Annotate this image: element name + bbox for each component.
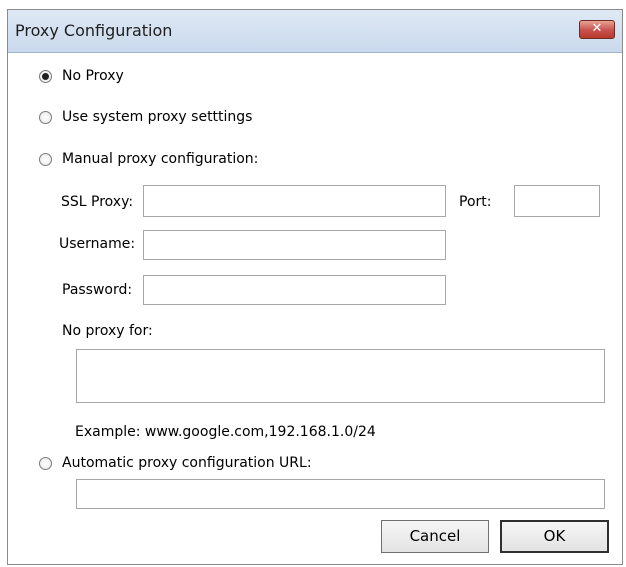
proxy-configuration-dialog: Proxy Configuration ✕ No Proxy Use syste…	[7, 9, 623, 565]
manual-proxy-option[interactable]: Manual proxy configuration:	[39, 151, 258, 167]
system-proxy-label: Use system proxy setttings	[62, 109, 253, 125]
no-proxy-label: No Proxy	[62, 68, 124, 84]
close-button[interactable]: ✕	[579, 20, 615, 39]
ssl-proxy-input[interactable]	[143, 185, 446, 217]
manual-proxy-radio[interactable]	[39, 152, 52, 166]
port-input[interactable]	[514, 185, 600, 217]
cancel-button[interactable]: Cancel	[381, 520, 489, 553]
no-proxy-radio[interactable]	[39, 69, 52, 83]
system-proxy-option[interactable]: Use system proxy setttings	[39, 109, 252, 125]
ssl-proxy-label: SSL Proxy:	[61, 194, 134, 210]
port-label: Port:	[459, 194, 492, 210]
username-label: Username:	[59, 236, 136, 252]
username-input[interactable]	[143, 230, 446, 260]
title-bar: Proxy Configuration ✕	[8, 10, 622, 53]
auto-proxy-radio[interactable]	[39, 456, 52, 470]
auto-proxy-url-input[interactable]	[76, 479, 605, 509]
manual-proxy-label: Manual proxy configuration:	[62, 151, 259, 167]
example-text: Example: www.google.com,192.168.1.0/24	[75, 424, 376, 440]
no-proxy-for-textarea[interactable]	[76, 349, 605, 403]
auto-proxy-option[interactable]: Automatic proxy configuration URL:	[39, 455, 312, 471]
ok-button[interactable]: OK	[500, 520, 609, 553]
password-label: Password:	[62, 282, 133, 298]
password-input[interactable]	[143, 275, 446, 305]
dialog-title: Proxy Configuration	[15, 21, 173, 40]
system-proxy-radio[interactable]	[39, 110, 52, 124]
auto-proxy-label: Automatic proxy configuration URL:	[62, 455, 312, 471]
close-icon: ✕	[591, 21, 603, 36]
no-proxy-option[interactable]: No Proxy	[39, 68, 124, 84]
no-proxy-for-label: No proxy for:	[62, 323, 153, 339]
